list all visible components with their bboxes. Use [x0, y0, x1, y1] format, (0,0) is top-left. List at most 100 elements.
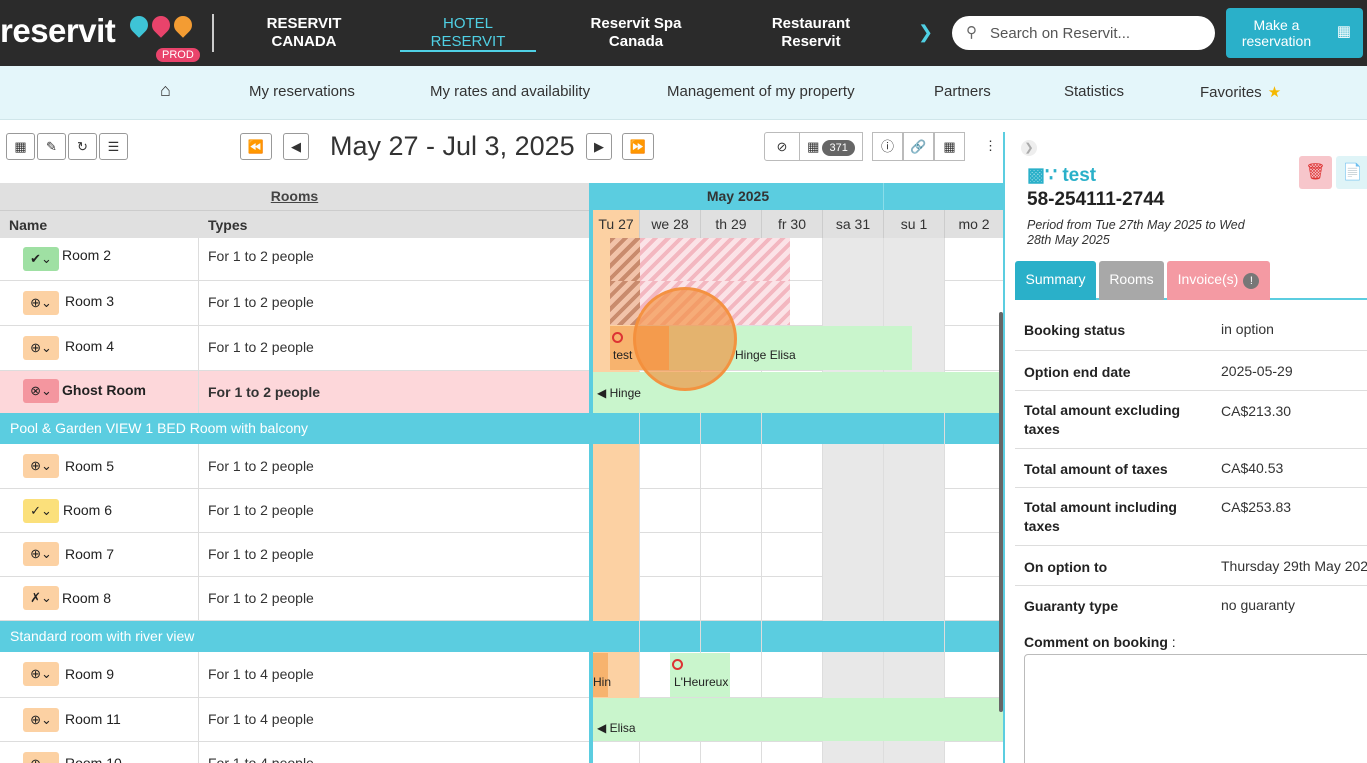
hide-link-icon[interactable]: ⊘ — [764, 132, 800, 161]
previous-icon[interactable]: ◀ — [283, 133, 309, 160]
subnav-management-property[interactable]: Management of my property — [667, 83, 855, 100]
booking-guest: ◀ Hinge — [597, 386, 641, 400]
day-header[interactable]: su 1 — [883, 210, 944, 238]
status-ok-icon[interactable]: ✔⌄ — [23, 247, 59, 271]
refresh-icon[interactable]: ↻ — [68, 133, 97, 160]
group-label: Standard room with river view — [10, 628, 195, 644]
tab-rooms[interactable]: Rooms — [1099, 261, 1164, 300]
day-header[interactable]: Tu 27 — [593, 210, 639, 238]
nav-hotel-reservit[interactable]: HOTEL RESERVIT — [400, 15, 536, 51]
next-icon[interactable]: ▶ — [586, 133, 612, 160]
room-category-group[interactable]: Pool & Garden VIEW 1 BED Room with balco… — [0, 413, 1003, 444]
room-type: For 1 to 2 people — [208, 590, 314, 606]
chevron-right-icon[interactable]: ❯ — [918, 22, 933, 43]
subnav-my-reservations[interactable]: My reservations — [249, 83, 355, 100]
subnav-favorites[interactable]: Favorites ★ — [1200, 83, 1281, 101]
active-nav-underline — [400, 50, 536, 52]
types-column-header[interactable]: Types — [208, 217, 247, 233]
cleaning-icon[interactable]: ⊕⌄ — [23, 336, 59, 360]
grid-calendar-icon[interactable]: ▦ — [934, 132, 965, 161]
cleaning-icon[interactable]: ⊕⌄ — [23, 708, 59, 732]
booking-period: Period from Tue 27th May 2025 to Wed 28t… — [1027, 218, 1245, 247]
cleaning-icon[interactable]: ⊕⌄ — [23, 662, 59, 686]
cleaning-icon[interactable]: ⊕⌄ — [23, 291, 59, 315]
day-header[interactable]: sa 31 — [822, 210, 883, 238]
room-type: For 1 to 2 people — [208, 546, 314, 562]
detail-row: Booking status in option — [1015, 310, 1367, 351]
calendar-icon[interactable]: ▦ — [6, 133, 35, 160]
subnav-partners[interactable]: Partners — [934, 83, 991, 100]
name-column-header[interactable]: Name — [9, 217, 47, 233]
in-progress-icon[interactable]: ✓⌄ — [23, 499, 59, 523]
booking-guest: Hin — [593, 675, 612, 689]
day-header[interactable]: we 28 — [639, 210, 700, 238]
room-name: Ghost Room — [62, 382, 146, 398]
subnav-rates-availability[interactable]: My rates and availability — [430, 83, 590, 100]
room-name: Room 8 — [62, 590, 112, 606]
unavailable-block[interactable] — [610, 281, 640, 325]
day-header[interactable]: fr 30 — [761, 210, 822, 238]
comment-textarea[interactable] — [1024, 654, 1367, 763]
search-input[interactable]: ⚲ Search on Reservit... — [952, 16, 1215, 50]
selected-day-column — [593, 444, 639, 621]
cleaning-icon[interactable]: ⊕⌄ — [23, 752, 59, 763]
room-name: Room 5 — [65, 458, 115, 474]
fast-backward-icon[interactable]: ⏪ — [240, 133, 272, 160]
date-range: May 27 - Jul 3, 2025 — [330, 131, 575, 161]
cleaning-icon[interactable]: ⊕⌄ — [23, 454, 59, 478]
divider — [212, 14, 214, 52]
home-icon[interactable]: ⌂ — [160, 80, 171, 101]
detail-row: Total amount including taxes CA$253.83 — [1015, 488, 1367, 546]
booking-title: ▩∵ test — [1027, 165, 1097, 186]
room-name: Room 2 — [62, 247, 112, 263]
rooms-header[interactable]: Rooms — [0, 183, 589, 210]
room-type: For 1 to 2 people — [208, 458, 314, 474]
sub-navigation: ⌂ My reservations My rates and availabil… — [0, 66, 1367, 120]
maintenance-icon[interactable]: ✗⌄ — [23, 586, 59, 610]
nav-reservit-canada[interactable]: RESERVIT CANADA — [244, 15, 364, 51]
column-divider[interactable] — [589, 183, 593, 763]
booking-bar[interactable]: L'Heureux I — [670, 653, 730, 697]
room-type: For 1 to 4 people — [208, 666, 314, 682]
column-headers: Name Types — [0, 210, 589, 238]
room-name: Room 6 — [63, 502, 113, 518]
room-type: For 1 to 2 people — [208, 294, 314, 310]
booking-number: 58-254111-2744 — [1027, 189, 1165, 210]
tab-invoices[interactable]: Invoice(s)! — [1167, 261, 1270, 300]
alert-icon[interactable]: ⓘ — [872, 132, 903, 161]
unavailable-block[interactable] — [610, 238, 640, 281]
detail-row: Option end date 2025-05-29 — [1015, 351, 1367, 391]
blocked-icon[interactable]: ⊗⌄ — [23, 379, 59, 403]
day-header[interactable]: mo 2 — [944, 210, 1003, 238]
edit-icon[interactable]: ✎ — [37, 133, 66, 160]
more-menu-icon[interactable]: ⋮ — [978, 132, 1003, 161]
nav-restaurant[interactable]: Restaurant Reservit — [748, 15, 874, 51]
collapse-icon[interactable]: ❯ — [1021, 140, 1037, 156]
unavailable-block[interactable] — [640, 238, 790, 281]
booking-bar[interactable]: Hin — [593, 653, 612, 697]
detail-row: Total amount excluding taxes CA$213.30 — [1015, 391, 1367, 449]
link-icon[interactable]: 🔗 — [903, 132, 934, 161]
booking-guest: test — [613, 348, 633, 362]
nav-reservit-spa[interactable]: Reservit Spa Canada — [576, 15, 696, 51]
planning-grid: Rooms Name Types May 2025 Tu 27 we 28 th… — [0, 183, 1003, 763]
weekend-column — [822, 444, 883, 621]
reservit-logo[interactable]: reservit — [0, 12, 116, 50]
pending-count-button[interactable]: ▦ 371 — [799, 132, 863, 161]
group-label: Pool & Garden VIEW 1 BED Room with balco… — [10, 420, 309, 436]
tab-summary[interactable]: Summary — [1015, 261, 1096, 300]
fast-forward-icon[interactable]: ⏩ — [622, 133, 654, 160]
cleaning-icon[interactable]: ⊕⌄ — [23, 542, 59, 566]
comment-label: Comment on booking : — [1024, 634, 1176, 650]
document-icon[interactable]: 📄 — [1336, 156, 1367, 189]
alert-badge: ! — [1243, 273, 1260, 289]
booking-bar[interactable]: ◀ Elisa — [593, 698, 1003, 741]
panel-tabs: Summary Rooms Invoice(s)! — [1015, 261, 1367, 300]
delete-icon[interactable]: 🗑 — [1299, 156, 1332, 189]
room-category-group[interactable]: Standard room with river view — [0, 621, 1003, 652]
filter-sliders-icon[interactable]: ☰ — [99, 133, 128, 160]
detail-row: On option to Thursday 29th May 2025 — [1015, 546, 1367, 586]
day-header[interactable]: th 29 — [700, 210, 761, 238]
subnav-statistics[interactable]: Statistics — [1064, 83, 1124, 100]
make-reservation-button[interactable]: Make a reservation ▦ — [1226, 8, 1363, 58]
